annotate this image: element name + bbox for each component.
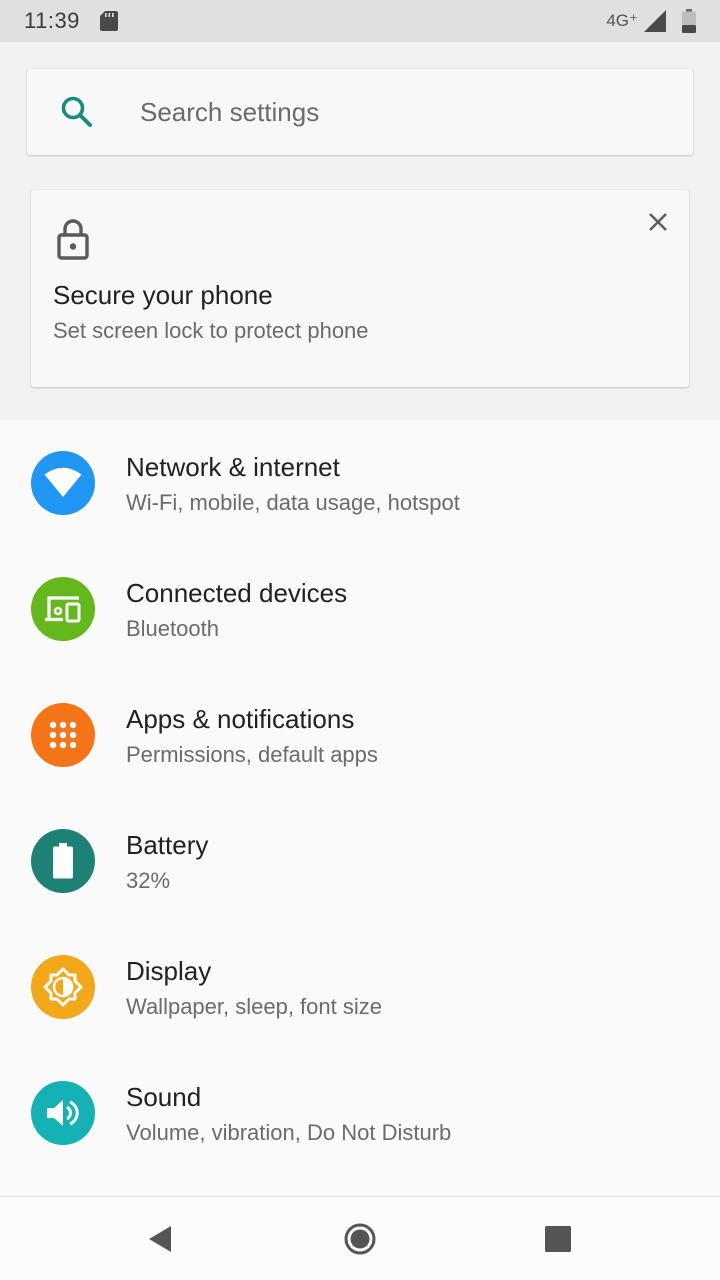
settings-item-sound[interactable]: Sound Volume, vibration, Do Not Disturb xyxy=(0,1050,720,1176)
suggestion-card[interactable]: Secure your phone Set screen lock to pro… xyxy=(31,190,689,387)
card-subtitle: Set screen lock to protect phone xyxy=(53,318,369,343)
settings-item-subtitle: Bluetooth xyxy=(126,616,219,641)
settings-item-subtitle: Permissions, default apps xyxy=(126,742,378,767)
settings-item-battery[interactable]: Battery 32% xyxy=(0,798,720,924)
settings-item-title: Connected devices xyxy=(126,578,348,608)
close-icon[interactable] xyxy=(642,206,674,238)
cell-signal-icon xyxy=(644,10,666,32)
settings-item-apps[interactable]: Apps & notifications Permissions, defaul… xyxy=(0,672,720,798)
battery-icon xyxy=(31,829,95,893)
navigation-bar xyxy=(0,1196,720,1280)
status-bar: 11:39 4G⁺ xyxy=(0,0,720,42)
settings-item-display[interactable]: Display Wallpaper, sleep, font size xyxy=(0,924,720,1050)
settings-item-title: Sound xyxy=(126,1082,202,1112)
settings-list: Network & internet Wi-Fi, mobile, data u… xyxy=(0,420,720,1196)
sd-card-icon xyxy=(99,11,118,31)
recents-square-icon xyxy=(545,1226,571,1252)
header-area: Secure your phone Set screen lock to pro… xyxy=(0,42,720,420)
settings-item-network[interactable]: Network & internet Wi-Fi, mobile, data u… xyxy=(0,420,720,546)
back-triangle-icon xyxy=(149,1226,171,1252)
home-button[interactable] xyxy=(340,1219,380,1259)
card-title: Secure your phone xyxy=(53,280,273,310)
battery-icon xyxy=(682,9,696,33)
settings-item-title: Apps & notifications xyxy=(126,704,355,734)
lock-icon xyxy=(57,219,89,260)
settings-item-title: Battery xyxy=(126,830,209,860)
apps-grid-icon xyxy=(31,703,95,767)
brightness-icon xyxy=(31,955,95,1019)
search-input[interactable] xyxy=(140,89,660,135)
recents-button[interactable] xyxy=(538,1219,578,1259)
back-button[interactable] xyxy=(140,1219,180,1259)
volume-icon xyxy=(31,1081,95,1145)
settings-item-subtitle: Wallpaper, sleep, font size xyxy=(126,994,382,1019)
settings-item-title: Display xyxy=(126,956,212,986)
status-time: 11:39 xyxy=(24,8,80,33)
settings-item-connected-devices[interactable]: Connected devices Bluetooth xyxy=(0,546,720,672)
settings-item-subtitle: 32% xyxy=(126,868,171,893)
search-icon xyxy=(61,96,92,127)
settings-item-subtitle: Volume, vibration, Do Not Disturb xyxy=(126,1120,452,1145)
settings-item-title: Network & internet xyxy=(126,452,340,482)
settings-screen: 11:39 4G⁺ Search settings Secure your ph… xyxy=(0,0,720,1280)
network-type-label: 4G⁺ xyxy=(606,11,638,30)
settings-item-subtitle: Wi-Fi, mobile, data usage, hotspot xyxy=(126,490,460,515)
search-bar[interactable] xyxy=(27,69,693,155)
home-circle-icon xyxy=(344,1223,376,1255)
wifi-icon xyxy=(31,451,95,515)
status-indicators: 4G⁺ xyxy=(606,9,696,33)
devices-icon xyxy=(31,577,95,641)
